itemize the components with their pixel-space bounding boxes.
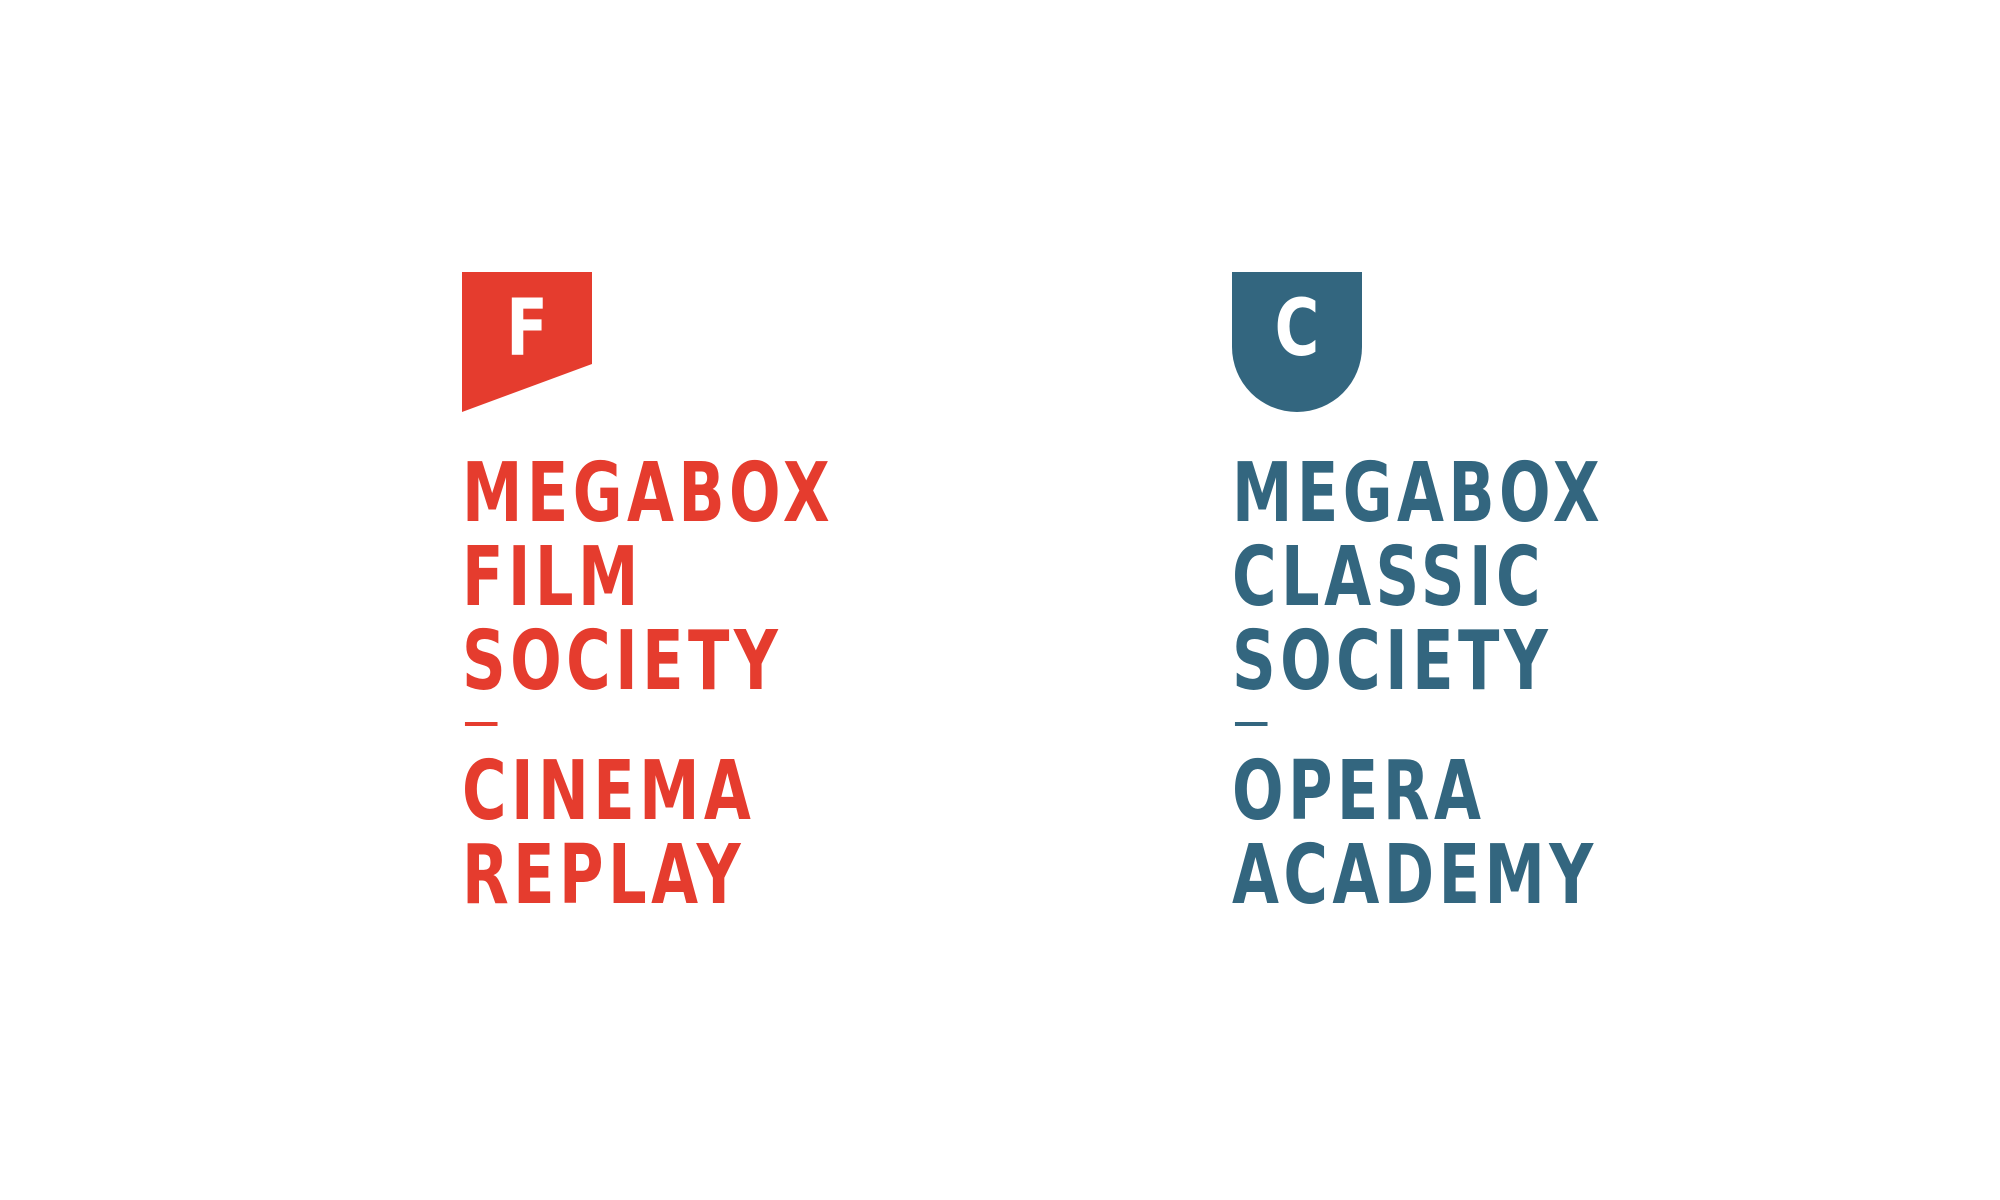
film-society-logo: F MEGABOX FILM SOCIETY CINEMA REPLAY: [462, 272, 965, 918]
film-society-wordmark: MEGABOX FILM SOCIETY CINEMA REPLAY: [462, 452, 834, 918]
classic-society-logo: C MEGABOX CLASSIC SOCIETY OPERA ACADEMY: [1232, 272, 1735, 918]
flag-banner-icon: F: [462, 272, 592, 412]
wordmark-line: SOCIETY: [462, 614, 783, 709]
sub-line: ACADEMY: [1232, 828, 1598, 923]
wordmark-line: CLASSIC: [1232, 530, 1546, 625]
emblem-letter: F: [506, 284, 548, 374]
shield-badge-icon: C: [1232, 272, 1362, 412]
classic-society-wordmark: MEGABOX CLASSIC SOCIETY OPERA ACADEMY: [1232, 452, 1604, 918]
sub-line: OPERA: [1232, 744, 1486, 839]
wordmark-line: MEGABOX: [462, 446, 835, 541]
wordmark-line: MEGABOX: [1232, 446, 1605, 541]
wordmark-line: FILM: [462, 530, 643, 625]
divider-dash: [464, 722, 498, 726]
wordmark-line: SOCIETY: [1232, 614, 1553, 709]
emblem-letter: C: [1274, 284, 1320, 374]
divider-dash: [1234, 722, 1268, 726]
sub-line: CINEMA: [462, 744, 756, 839]
sub-line: REPLAY: [462, 828, 746, 923]
